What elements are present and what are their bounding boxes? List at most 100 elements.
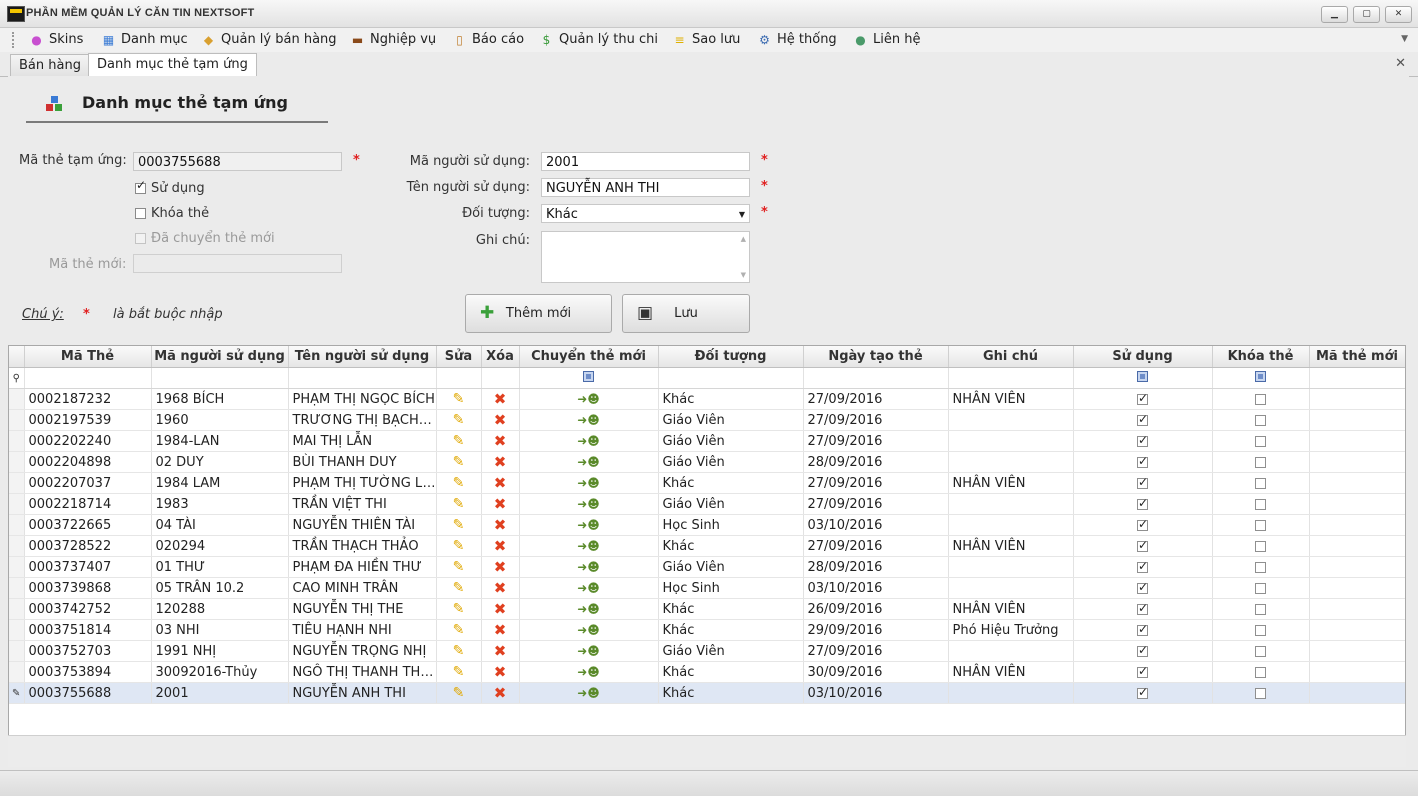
- cell-su-dung[interactable]: [1073, 556, 1213, 578]
- cell-ten-nguoi[interactable]: PHẠM THỊ TƯỜNG LAM: [288, 472, 437, 494]
- cell-xoa[interactable]: ✖: [481, 535, 520, 557]
- su-dung-cell-checkbox[interactable]: [1137, 496, 1148, 510]
- cell-ma-nguoi[interactable]: 1983: [151, 493, 289, 515]
- su-dung-cell-checkbox[interactable]: [1137, 454, 1148, 468]
- filter-cell[interactable]: [803, 367, 949, 389]
- pencil-icon[interactable]: ✎: [453, 685, 465, 701]
- table-row[interactable]: 0002202240 1984-LAN MAI THỊ LẪN ✎ ✖ ➜☻ Giáo Vi…: [9, 430, 1405, 452]
- cell-chuyen-the[interactable]: ➜☻: [519, 640, 659, 662]
- cell-chuyen-the[interactable]: ➜☻: [519, 472, 659, 494]
- delete-icon[interactable]: ✖: [494, 579, 507, 597]
- cell-xoa[interactable]: ✖: [481, 472, 520, 494]
- transfer-icon[interactable]: ➜☻: [577, 623, 600, 637]
- cell-doi-tuong[interactable]: Khác: [658, 388, 804, 410]
- cell-ma-nguoi[interactable]: 1968 BÍCH: [151, 388, 289, 410]
- su-dung-cell-checkbox[interactable]: [1137, 601, 1148, 615]
- cell-xoa[interactable]: ✖: [481, 409, 520, 431]
- cell-ngay-tao[interactable]: 27/09/2016: [803, 430, 949, 452]
- cell-chuyen-the[interactable]: ➜☻: [519, 451, 659, 473]
- cell-ngay-tao[interactable]: 26/09/2016: [803, 598, 949, 620]
- cell-ten-nguoi[interactable]: TRƯƠNG THỊ BẠCH H...: [288, 409, 437, 431]
- cell-ghi-chu[interactable]: NHÂN VIÊN: [948, 535, 1074, 557]
- khoa-the-checkbox[interactable]: [135, 208, 146, 219]
- transfer-icon[interactable]: ➜☻: [577, 455, 600, 469]
- cell-ma-the[interactable]: 0003751814: [24, 619, 152, 641]
- cell-xoa[interactable]: ✖: [481, 682, 520, 704]
- cell-ma-the-moi[interactable]: [1309, 409, 1405, 431]
- menu-item[interactable]: ● Liên hệ: [853, 31, 920, 49]
- cell-khoa-the[interactable]: [1212, 514, 1310, 536]
- table-row[interactable]: 0003753894 30092016-Thủy NGÔ THỊ THANH THỦ…: [9, 661, 1405, 683]
- cell-xoa[interactable]: ✖: [481, 598, 520, 620]
- cell-doi-tuong[interactable]: Giáo Viên: [658, 451, 804, 473]
- ten-nguoi-input[interactable]: NGUYỄN ANH THI: [541, 178, 750, 197]
- cell-ghi-chu[interactable]: [948, 577, 1074, 599]
- luu-button[interactable]: ▣ Lưu: [622, 294, 750, 333]
- delete-icon[interactable]: ✖: [494, 600, 507, 618]
- column-header[interactable]: Sử dụng: [1073, 346, 1213, 368]
- su-dung-cell-checkbox[interactable]: [1137, 580, 1148, 594]
- cell-doi-tuong[interactable]: Học Sinh: [658, 514, 804, 536]
- transfer-icon[interactable]: ➜☻: [577, 560, 600, 574]
- cell-sua[interactable]: ✎: [436, 661, 482, 683]
- cell-chuyen-the[interactable]: ➜☻: [519, 556, 659, 578]
- delete-icon[interactable]: ✖: [494, 558, 507, 576]
- cell-ma-nguoi[interactable]: 2001: [151, 682, 289, 704]
- cell-sua[interactable]: ✎: [436, 430, 482, 452]
- cell-ten-nguoi[interactable]: BÙI THANH DUY: [288, 451, 437, 473]
- column-header[interactable]: Chuyển thẻ mới: [519, 346, 659, 368]
- delete-icon[interactable]: ✖: [494, 663, 507, 681]
- cell-doi-tuong[interactable]: Giáo Viên: [658, 430, 804, 452]
- cell-khoa-the[interactable]: [1212, 640, 1310, 662]
- pencil-icon[interactable]: ✎: [453, 580, 465, 596]
- column-header[interactable]: Mã người sử dụng: [151, 346, 289, 368]
- table-row[interactable]: 0002204898 02 DUY BÙI THANH DUY ✎ ✖ ➜☻ Giáo Vi…: [9, 451, 1405, 473]
- cell-ten-nguoi[interactable]: NGUYỄN TRỌNG NHỊ: [288, 640, 437, 662]
- cell-chuyen-the[interactable]: ➜☻: [519, 577, 659, 599]
- cell-ma-nguoi[interactable]: 020294: [151, 535, 289, 557]
- transfer-icon[interactable]: ➜☻: [577, 581, 600, 595]
- cell-chuyen-the[interactable]: ➜☻: [519, 682, 659, 704]
- menu-item[interactable]: ◆ Quản lý bán hàng: [201, 31, 337, 49]
- cell-sua[interactable]: ✎: [436, 409, 482, 431]
- close-tab-icon[interactable]: ✕: [1395, 56, 1406, 71]
- cell-ghi-chu[interactable]: [948, 409, 1074, 431]
- cell-ngay-tao[interactable]: 27/09/2016: [803, 640, 949, 662]
- cell-khoa-the[interactable]: [1212, 661, 1310, 683]
- cell-ma-nguoi[interactable]: 1991 NHỊ: [151, 640, 289, 662]
- cell-ten-nguoi[interactable]: NGUYỄN THỊ THE: [288, 598, 437, 620]
- pencil-icon[interactable]: ✎: [453, 538, 465, 554]
- cell-ngay-tao[interactable]: 28/09/2016: [803, 556, 949, 578]
- table-row[interactable]: 0003722665 04 TÀI NGUYỄN THIÊN TÀI ✎ ✖ ➜☻ Học …: [9, 514, 1405, 536]
- cell-ma-the-moi[interactable]: [1309, 619, 1405, 641]
- filter-cell[interactable]: [1309, 367, 1405, 389]
- cell-ma-the[interactable]: 0003737407: [24, 556, 152, 578]
- cell-ghi-chu[interactable]: [948, 514, 1074, 536]
- cell-sua[interactable]: ✎: [436, 514, 482, 536]
- khoa-the-cell-checkbox[interactable]: [1255, 603, 1266, 615]
- cell-xoa[interactable]: ✖: [481, 556, 520, 578]
- delete-icon[interactable]: ✖: [494, 495, 507, 513]
- cell-doi-tuong[interactable]: Học Sinh: [658, 577, 804, 599]
- column-header[interactable]: Mã Thẻ: [24, 346, 152, 368]
- su-dung-cell-checkbox[interactable]: [1137, 622, 1148, 636]
- cell-ten-nguoi[interactable]: MAI THỊ LẪN: [288, 430, 437, 452]
- cell-sua[interactable]: ✎: [436, 388, 482, 410]
- cell-ma-nguoi[interactable]: 03 NHI: [151, 619, 289, 641]
- transfer-icon[interactable]: ➜☻: [577, 497, 600, 511]
- cell-sua[interactable]: ✎: [436, 493, 482, 515]
- menu-item[interactable]: ▯ Báo cáo: [452, 31, 524, 49]
- column-header[interactable]: Đối tượng: [658, 346, 804, 368]
- cell-ma-the[interactable]: 0003755688: [24, 682, 152, 704]
- pencil-icon[interactable]: ✎: [453, 601, 465, 617]
- delete-icon[interactable]: ✖: [494, 411, 507, 429]
- transfer-icon[interactable]: ➜☻: [577, 392, 600, 406]
- cell-ma-the-moi[interactable]: [1309, 388, 1405, 410]
- su-dung-cell-checkbox[interactable]: [1137, 643, 1148, 657]
- cell-ma-the-moi[interactable]: [1309, 598, 1405, 620]
- cell-ma-nguoi[interactable]: 120288: [151, 598, 289, 620]
- ma-the-input[interactable]: 0003755688: [133, 152, 342, 171]
- column-header[interactable]: Ghi chú: [948, 346, 1074, 368]
- cell-sua[interactable]: ✎: [436, 598, 482, 620]
- cell-doi-tuong[interactable]: Khác: [658, 619, 804, 641]
